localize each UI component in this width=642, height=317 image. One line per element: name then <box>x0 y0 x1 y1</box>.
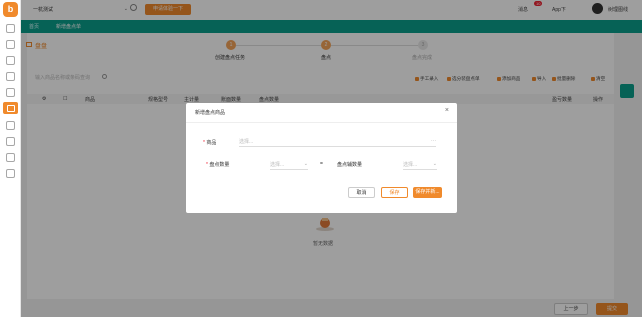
cancel-button[interactable]: 取消 <box>348 187 375 198</box>
quantity-label: * 盘点数量 <box>206 161 229 168</box>
quantity-select[interactable]: 选择... ⌄ <box>270 161 308 170</box>
more-icon: ··· <box>431 138 436 144</box>
inventory-icon[interactable] <box>3 102 18 114</box>
report-icon[interactable] <box>6 137 15 146</box>
chevron-down-icon: ⌄ <box>432 161 437 167</box>
aux-quantity-select[interactable]: 选择... ⌄ <box>403 161 437 170</box>
quantity-label-text: 盘点数量 <box>209 162 230 168</box>
add-item-modal: 新增盘点商品 × * 商品 选择... ··· * 盘点数量 选择... ⌄ =… <box>186 103 457 213</box>
cart-icon[interactable] <box>6 88 15 97</box>
save-and-new-button[interactable]: 保存并新... <box>413 187 442 198</box>
divider <box>186 122 457 123</box>
box-icon[interactable] <box>6 72 15 81</box>
settings-icon[interactable] <box>6 169 15 178</box>
modal-title: 新增盘点商品 <box>195 110 226 116</box>
quantity-placeholder: 选择... <box>270 162 285 168</box>
aux-quantity-label: 盘点辅数量 <box>337 162 363 168</box>
calendar-icon[interactable] <box>6 40 15 49</box>
chart-icon[interactable] <box>6 153 15 162</box>
product-placeholder: 选择... <box>239 139 254 145</box>
app-logo: b <box>3 2 18 17</box>
tag-icon[interactable] <box>6 56 15 65</box>
product-label: * 商品 <box>203 139 216 146</box>
product-select[interactable]: 选择... ··· <box>239 138 436 147</box>
save-button[interactable]: 保存 <box>381 187 408 198</box>
home-icon[interactable] <box>6 24 15 33</box>
equals-sign: = <box>320 161 323 167</box>
product-label-text: 商品 <box>206 140 217 146</box>
close-icon[interactable]: × <box>445 107 449 114</box>
aux-quantity-placeholder: 选择... <box>403 162 418 168</box>
sidebar: b <box>0 0 21 317</box>
chevron-down-icon: ⌄ <box>303 161 308 167</box>
wallet-icon[interactable] <box>6 121 15 130</box>
